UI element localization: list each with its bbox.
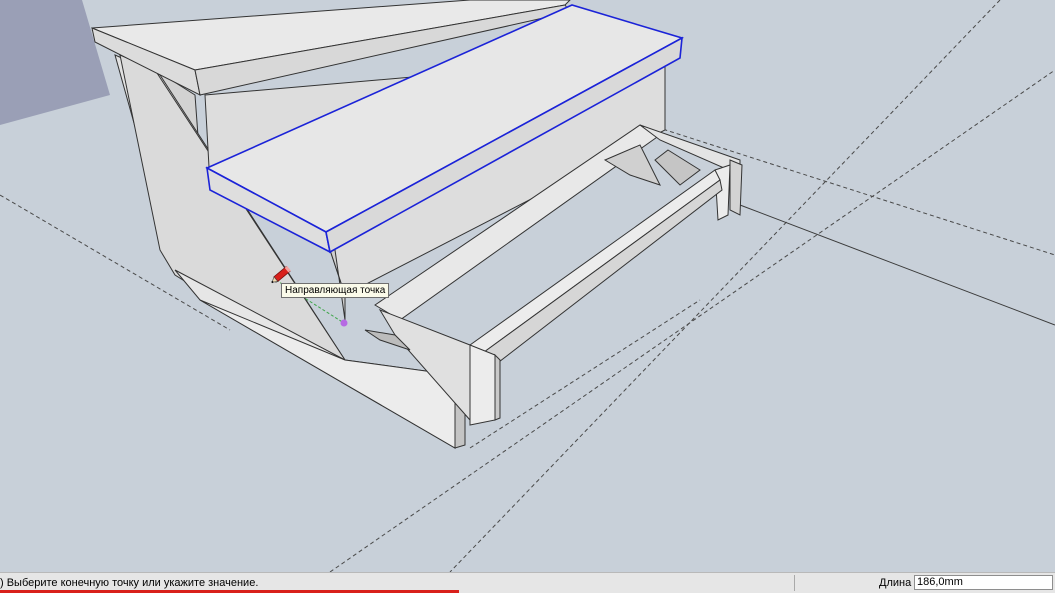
solid-axis-line — [739, 204, 1055, 326]
background-wall — [0, 0, 110, 125]
model-scene[interactable] — [0, 0, 1055, 572]
inference-tooltip: Направляющая точка — [281, 283, 390, 298]
status-prompt: ) Выберите конечную точку или укажите зн… — [0, 577, 259, 589]
status-bar: ) Выберите конечную точку или укажите зн… — [0, 572, 1055, 593]
status-divider — [794, 575, 795, 591]
inference-point — [340, 319, 348, 327]
measurement-label: Длина — [879, 577, 912, 589]
measurement-value-box[interactable]: 186,0mm — [914, 575, 1053, 590]
3d-viewport[interactable]: Направляющая точка — [0, 0, 1055, 572]
